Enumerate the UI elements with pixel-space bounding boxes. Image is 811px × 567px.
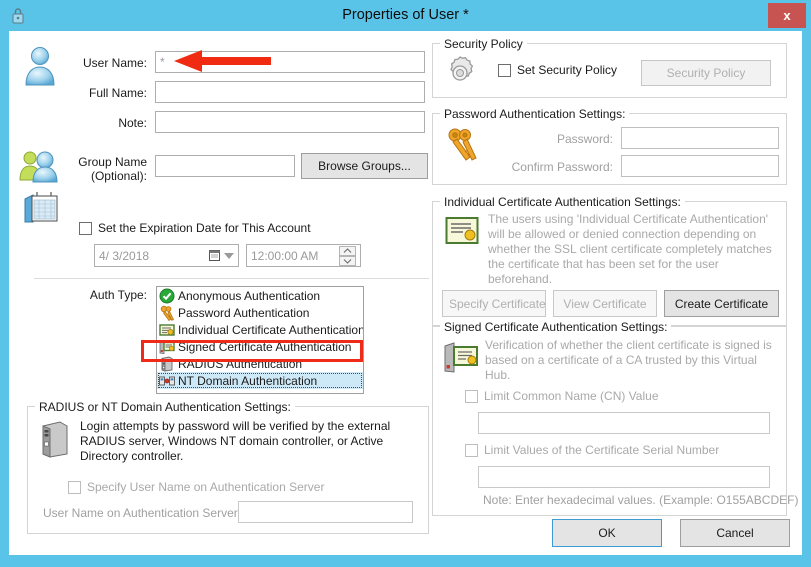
limit-serial-checkbox[interactable] (465, 443, 478, 457)
limit-serial-label: Limit Values of the Certificate Serial N… (484, 443, 720, 457)
signed-certificate-icon (444, 342, 478, 373)
view-certificate-button[interactable]: View Certificate (553, 290, 657, 317)
auth-item-1[interactable]: Password Authentication (157, 304, 363, 321)
gear-icon (450, 56, 474, 81)
hex-note: Note: Enter hexadecimal values. (Example… (483, 493, 799, 507)
user-name-on-server-input[interactable] (238, 501, 413, 523)
auth-type-label: Auth Type: (89, 288, 147, 302)
auth-item-label: Signed Certificate Authentication (178, 339, 352, 354)
green-check-icon (159, 288, 178, 304)
confirm-password-input[interactable] (621, 155, 779, 177)
limit-cn-checkbox[interactable] (465, 389, 478, 403)
group-name-label-line1: Group Name (78, 155, 147, 169)
specify-user-name-label: Specify User Name on Authentication Serv… (87, 480, 325, 494)
password-input[interactable] (621, 127, 779, 149)
security-policy-button[interactable]: Security Policy (641, 60, 771, 86)
server-icon (42, 421, 68, 458)
expiration-date-value: 4/ 3/2018 (99, 248, 150, 263)
security-policy-group-title: Security Policy (440, 37, 527, 51)
radius-group-title: RADIUS or NT Domain Authentication Setti… (35, 400, 295, 414)
password-group-title: Password Authentication Settings: (440, 107, 630, 121)
nt-domain-icon (159, 373, 178, 389)
auth-item-2[interactable]: Individual Certificate Authentication (157, 321, 363, 338)
specify-certificate-button[interactable]: Specify Certificate (442, 290, 546, 317)
spinner-up-icon[interactable] (339, 245, 356, 256)
expiration-date-checkbox[interactable] (79, 221, 92, 235)
limit-cn-checkbox-row[interactable]: Limit Common Name (CN) Value (465, 389, 659, 403)
set-security-policy-checkbox-row[interactable]: Set Security Policy (498, 63, 617, 77)
confirm-password-label: Confirm Password: (511, 160, 613, 174)
user-name-on-server-label: User Name on Authentication Server: (43, 506, 242, 520)
signed-certificate-icon (159, 339, 178, 355)
expiration-date-field[interactable]: 4/ 3/2018 (94, 244, 239, 267)
set-security-policy-checkbox[interactable] (498, 63, 511, 77)
specify-user-name-checkbox[interactable] (68, 480, 81, 494)
auth-item-label: NT Domain Authentication (178, 373, 318, 388)
full-name-label: Full Name: (88, 86, 147, 100)
password-label: Password: (556, 132, 613, 146)
note-label: Note: (118, 116, 147, 130)
auth-item-label: Individual Certificate Authentication (178, 322, 364, 337)
individual-cert-group-title: Individual Certificate Authentication Se… (440, 195, 685, 209)
signed-cert-group-title: Signed Certificate Authentication Settin… (440, 320, 672, 334)
calendar-dropdown-icon[interactable] (209, 249, 222, 262)
signed-certificate-group: Signed Certificate Authentication Settin… (432, 320, 798, 516)
auth-item-3[interactable]: Signed Certificate Authentication (157, 338, 363, 355)
limit-serial-checkbox-row[interactable]: Limit Values of the Certificate Serial N… (465, 443, 719, 457)
server-icon (159, 356, 178, 372)
ok-button[interactable]: OK (552, 519, 662, 547)
browse-groups-button[interactable]: Browse Groups... (301, 153, 428, 179)
auth-item-label: RADIUS Authentication (178, 356, 303, 371)
radius-settings-group: RADIUS or NT Domain Authentication Setti… (27, 400, 429, 534)
full-name-input[interactable] (155, 81, 425, 103)
set-security-policy-label: Set Security Policy (517, 63, 618, 77)
certificate-icon (159, 322, 178, 338)
limit-cn-input[interactable] (478, 412, 770, 434)
radius-description: Login attempts by password will be verif… (80, 419, 391, 463)
keys-icon (159, 305, 178, 321)
individual-cert-description: The users using 'Individual Certificate … (488, 212, 772, 286)
dialog-client-area: User Name: Full Name: Note: Group Name (… (9, 31, 802, 555)
expiration-date-label: Set the Expiration Date for This Account (98, 221, 311, 235)
certificate-icon (445, 217, 479, 244)
auth-item-label: Password Authentication (178, 305, 310, 320)
expiration-date-checkbox-row[interactable]: Set the Expiration Date for This Account (79, 221, 311, 235)
signed-cert-description: Verification of whether the client certi… (485, 338, 772, 382)
limit-serial-input[interactable] (478, 466, 770, 488)
auth-item-4[interactable]: RADIUS Authentication (157, 355, 363, 372)
spinner-down-icon[interactable] (339, 255, 356, 266)
cancel-button[interactable]: Cancel (680, 519, 790, 547)
note-input[interactable] (155, 111, 425, 133)
date-chevron-down-icon[interactable] (224, 252, 234, 259)
auth-item-5[interactable]: NT Domain Authentication (157, 372, 363, 389)
properties-of-user-dialog: Properties of User * x User Name: Full N… (0, 0, 811, 567)
auth-item-0[interactable]: Anonymous Authentication (157, 287, 363, 304)
limit-cn-label: Limit Common Name (CN) Value (484, 389, 659, 403)
title-bar: Properties of User * x (0, 0, 811, 31)
section-divider (34, 278, 429, 279)
user-name-input[interactable] (155, 51, 425, 73)
time-spinner[interactable] (339, 245, 356, 266)
security-policy-group: Security Policy Set Security Policy Secu… (432, 37, 787, 98)
expiration-time-field[interactable]: 12:00:00 AM (246, 244, 361, 267)
close-button[interactable]: x (768, 3, 806, 28)
group-name-label-line2: (Optional): (90, 169, 147, 183)
auth-type-list[interactable]: Anonymous Authentication Password Authent… (156, 286, 364, 394)
group-name-input[interactable] (155, 155, 295, 177)
specify-user-name-checkbox-row[interactable]: Specify User Name on Authentication Serv… (68, 480, 324, 494)
password-settings-group: Password Authentication Settings: Passwo… (432, 107, 787, 185)
calendar-icon (24, 192, 58, 223)
create-certificate-button[interactable]: Create Certificate (664, 290, 779, 317)
expiration-time-value: 12:00:00 AM (251, 248, 319, 263)
individual-certificate-group: Individual Certificate Authentication Se… (432, 195, 787, 326)
window-title: Properties of User * (342, 7, 469, 23)
auth-item-label: Anonymous Authentication (178, 288, 321, 303)
user-name-label: User Name: (82, 56, 147, 70)
